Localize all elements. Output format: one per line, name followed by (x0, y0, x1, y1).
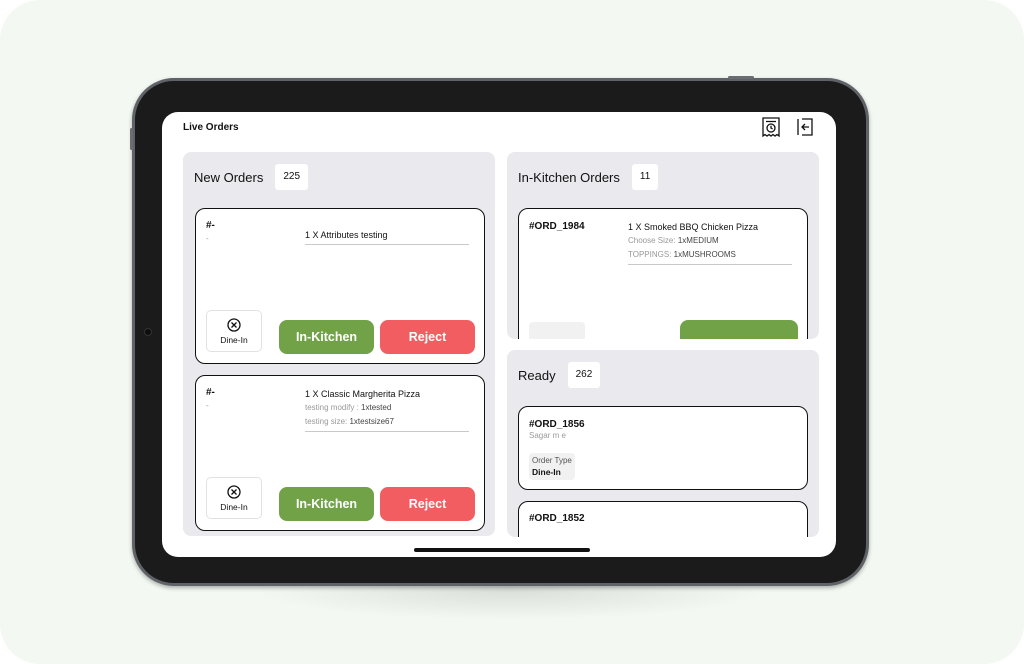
divider (305, 431, 469, 432)
reject-button[interactable]: Reject (380, 487, 475, 521)
item-line: 1 X Smoked BBQ Chicken Pizza (628, 222, 759, 232)
order-type-badge: Dine-In (206, 310, 262, 352)
modifier-value: 1xMUSHROOMS (673, 250, 736, 259)
in-kitchen-button[interactable]: In-Kitchen (279, 487, 374, 521)
order-type-badge (529, 322, 585, 339)
in-kitchen-header: In-Kitchen Orders 11 (518, 164, 659, 190)
app-screen: Live Orders New Orders 225 #- - 1 X Attr… (162, 112, 836, 557)
ready-button[interactable] (680, 320, 798, 339)
order-card[interactable]: #ORD_1984 1 X Smoked BBQ Chicken Pizza C… (518, 208, 808, 339)
dine-in-icon (227, 317, 241, 332)
customer-name: Sagar m e (529, 431, 566, 440)
front-camera (144, 328, 152, 336)
order-id: #ORD_1984 (529, 221, 585, 232)
customer-name: - (206, 234, 209, 243)
divider (628, 264, 792, 265)
order-type-label: Dine-In (532, 467, 561, 477)
panel-title: Ready (518, 367, 556, 383)
modifier-key: Choose Size: (628, 236, 676, 245)
customer-name: - (206, 401, 209, 410)
order-id: #- (206, 220, 215, 231)
order-type-caption: Order Type (532, 456, 572, 465)
item-modifier: TOPPINGS: 1xMUSHROOMS (628, 248, 792, 262)
item-modifier: testing size: 1xtestsize67 (305, 415, 469, 429)
item-line: 1 X Attributes testing (305, 230, 388, 240)
ready-header: Ready 262 (518, 362, 601, 388)
order-card[interactable]: #ORD_1852 (518, 501, 808, 537)
new-orders-panel: New Orders 225 #- - 1 X Attributes testi… (183, 152, 495, 536)
panel-title: In-Kitchen Orders (518, 169, 620, 185)
item-line: 1 X Classic Margherita Pizza (305, 389, 421, 399)
logout-icon[interactable] (794, 116, 816, 138)
volume-button (130, 128, 133, 150)
reject-button[interactable]: Reject (380, 320, 475, 354)
page-title: Live Orders (183, 122, 239, 133)
home-indicator (414, 548, 590, 552)
order-type-label: Dine-In (220, 501, 248, 512)
modifier-key: testing size: (305, 417, 348, 426)
divider (305, 244, 469, 245)
order-card[interactable]: #- - 1 X Classic Margherita Pizza testin… (195, 375, 485, 531)
modifier-value: 1xMEDIUM (677, 236, 719, 245)
power-button (728, 76, 754, 79)
order-count-badge: 11 (631, 164, 659, 190)
order-count-badge: 225 (275, 164, 309, 190)
order-count-badge: 262 (567, 362, 601, 388)
order-history-icon[interactable] (760, 116, 782, 138)
order-card[interactable]: #ORD_1856 Sagar m e Order Type Dine-In (518, 406, 808, 490)
modifier-value: 1xtested (361, 403, 392, 412)
item-modifier: Choose Size: 1xMEDIUM (628, 234, 792, 248)
new-orders-header: New Orders 225 (194, 164, 309, 190)
modifier-key: testing modify : (305, 403, 359, 412)
dine-in-icon (227, 484, 241, 499)
modifier-key: TOPPINGS: (628, 250, 672, 259)
order-type-badge: Order Type Dine-In (529, 453, 575, 480)
in-kitchen-panel: In-Kitchen Orders 11 #ORD_1984 1 X Smoke… (507, 152, 819, 339)
item-modifier: testing modify : 1xtested (305, 401, 469, 415)
order-id: #- (206, 387, 215, 398)
order-items: 1 X Smoked BBQ Chicken Pizza Choose Size… (628, 220, 792, 265)
order-id: #ORD_1856 (529, 419, 585, 430)
modifier-value: 1xtestsize67 (349, 417, 394, 426)
order-card[interactable]: #- - 1 X Attributes testing Dine-In In-K… (195, 208, 485, 364)
order-type-label: Dine-In (220, 334, 248, 345)
order-id: #ORD_1852 (529, 513, 585, 524)
ready-panel: Ready 262 #ORD_1856 Sagar m e Order Type… (507, 350, 819, 537)
panel-title: New Orders (194, 169, 264, 185)
order-items: 1 X Attributes testing (305, 228, 469, 245)
order-type-badge: Dine-In (206, 477, 262, 519)
order-items: 1 X Classic Margherita Pizza testing mod… (305, 387, 469, 432)
in-kitchen-button[interactable]: In-Kitchen (279, 320, 374, 354)
